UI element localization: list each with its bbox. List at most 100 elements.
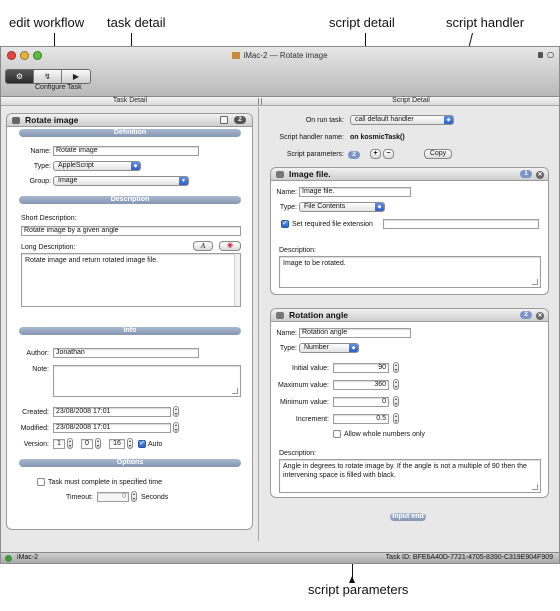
created-stepper[interactable] <box>173 406 179 417</box>
task-card: Rotate image 2 Definition Name: Rotate i… <box>6 113 253 530</box>
version-minor-stepper[interactable] <box>95 438 101 449</box>
task-type-popup[interactable]: AppleScript ◆ <box>53 161 141 171</box>
handler-name-value: on kosmicTask() <box>350 134 405 141</box>
minimum-value-field[interactable]: 0 <box>333 397 389 407</box>
maximum-value-field[interactable]: 360 <box>333 380 389 390</box>
author-label: Author: <box>26 350 49 357</box>
increment-stepper[interactable] <box>393 413 399 424</box>
close-icon[interactable]: ✕ <box>536 312 544 320</box>
must-complete-checkbox[interactable] <box>37 478 45 486</box>
toolbar-toggle-button[interactable] <box>547 52 554 58</box>
param-type-label: Type: <box>279 345 297 352</box>
short-description-label: Short Description: <box>21 215 77 222</box>
resize-grip-icon[interactable] <box>532 279 538 285</box>
version-label: Version: <box>23 441 49 448</box>
version-major-field[interactable]: 1 <box>53 439 65 449</box>
split-view-divider[interactable] <box>258 98 262 105</box>
minimum-value-label: Minimum value: <box>279 399 329 406</box>
window-title: iMac-2 — Rotate image <box>1 51 559 60</box>
parameter-title: Image file. <box>289 169 331 179</box>
seconds-label: Seconds <box>141 494 169 501</box>
created-label: Created: <box>22 409 49 416</box>
initial-value-stepper[interactable] <box>393 362 399 373</box>
callout-script-detail: script detail <box>329 15 395 30</box>
task-detail-header: Task Detail <box>112 97 148 104</box>
resize-grip-icon[interactable] <box>232 388 238 394</box>
version-minor-field[interactable]: 0 <box>81 439 93 449</box>
workflow-segmented-control: ⚙ ↯ ▶ <box>5 69 91 84</box>
modified-stepper[interactable] <box>173 422 179 433</box>
script-detail-header: Script Detail <box>392 97 430 104</box>
version-build-field[interactable]: 16 <box>109 439 125 449</box>
timeout-label: Timeout: <box>66 494 93 501</box>
timeout-field[interactable]: 0 <box>97 492 129 502</box>
task-group-popup[interactable]: Image ▼ <box>53 176 189 186</box>
play-icon[interactable]: ▶ <box>62 70 90 83</box>
task-icon[interactable]: ↯ <box>34 70 62 83</box>
copy-button[interactable]: Copy <box>424 149 452 159</box>
note-area[interactable] <box>53 365 241 397</box>
param-type-popup[interactable]: File Contents ◆ <box>299 202 385 212</box>
whole-numbers-checkbox[interactable] <box>333 430 341 438</box>
param-type-popup[interactable]: Number ◆ <box>299 343 359 353</box>
param-type-value: File Contents <box>304 203 346 210</box>
gear-icon[interactable]: ⚙ <box>6 70 34 83</box>
maximum-value-label: Maximum value: <box>278 382 329 389</box>
lock-icon[interactable] <box>538 52 543 58</box>
on-run-task-popup[interactable]: call default handler ◆ <box>350 115 454 125</box>
document-icon[interactable] <box>220 116 228 124</box>
task-type-value: AppleScript <box>58 162 94 169</box>
param-name-field[interactable]: Image file. <box>299 187 411 197</box>
long-description-text: Rotate image and return rotated image fi… <box>25 257 159 264</box>
close-icon[interactable]: ✕ <box>536 171 544 179</box>
task-name-field[interactable]: Rotate image <box>53 146 199 156</box>
status-bar: iMac-2 Task ID: BFE6A40D-7721-4705-8390-… <box>1 552 559 563</box>
auto-version-checkbox[interactable]: ✓ <box>138 440 146 448</box>
user-icon <box>12 117 20 124</box>
initial-value-field[interactable]: 90 <box>333 363 389 373</box>
long-description-area[interactable]: Rotate image and return rotated image fi… <box>21 253 241 307</box>
remove-parameter-button[interactable]: − <box>383 149 394 159</box>
network-icon <box>5 555 12 562</box>
document-icon <box>276 171 284 178</box>
created-date-field[interactable]: 23/08/2008 17:01 <box>53 407 171 417</box>
file-extension-field[interactable] <box>383 219 539 229</box>
version-build-stepper[interactable] <box>127 438 133 449</box>
callout-edit-workflow: edit workflow <box>9 15 85 30</box>
modified-date-field[interactable]: 23/08/2008 17:01 <box>53 423 171 433</box>
increment-field[interactable]: 0.5 <box>333 414 389 424</box>
callout-task-detail: task detail <box>107 15 166 30</box>
param-type-label: Type: <box>279 204 297 211</box>
set-extension-checkbox[interactable]: ✓ <box>281 220 289 228</box>
resize-grip-icon[interactable] <box>532 484 538 490</box>
param-description-area[interactable]: Image to be rotated. <box>279 256 541 288</box>
long-description-scrollbar[interactable] <box>234 254 240 306</box>
author-field[interactable]: Jonathan <box>53 348 199 358</box>
title-bar: iMac-2 — Rotate image ⚙ ↯ ▶ Configure Ta… <box>1 47 559 97</box>
version-major-stepper[interactable] <box>67 438 73 449</box>
callout-script-handler: script handler <box>446 15 525 30</box>
short-description-field[interactable]: Rotate image by a given angle <box>21 226 241 236</box>
popup-arrows-icon: ◆ <box>444 116 453 124</box>
on-run-task-value: call default handler <box>355 116 414 123</box>
callout-script-parameters: script parameters <box>308 582 409 597</box>
param-name-field[interactable]: Rotation angle <box>299 328 411 338</box>
must-complete-label: Task must complete in specified time <box>48 479 162 486</box>
param-description-text: Image to be rotated. <box>283 260 346 267</box>
long-description-label: Long Description: <box>21 244 76 251</box>
param-description-area[interactable]: Angle in degrees to rotate image by. If … <box>279 459 541 493</box>
timeout-stepper[interactable] <box>131 491 137 502</box>
parameter-index-badge: 2 <box>520 311 532 319</box>
font-button[interactable]: A <box>193 241 213 251</box>
input-end-marker: Input end <box>390 513 426 521</box>
script-parameters-label: Script parameters: <box>286 151 344 158</box>
initial-value-label: Initial value: <box>292 365 329 372</box>
add-parameter-button[interactable]: + <box>370 149 381 159</box>
minimum-value-stepper[interactable] <box>393 396 399 407</box>
app-window: iMac-2 — Rotate image ⚙ ↯ ▶ Configure Ta… <box>0 46 560 564</box>
color-wheel-icon[interactable]: ◉ <box>219 241 241 251</box>
maximum-value-stepper[interactable] <box>393 379 399 390</box>
configure-task-label: Configure Task <box>35 84 82 91</box>
window-title-text: iMac-2 — Rotate image <box>243 51 328 60</box>
task-badge: 2 <box>234 116 246 124</box>
